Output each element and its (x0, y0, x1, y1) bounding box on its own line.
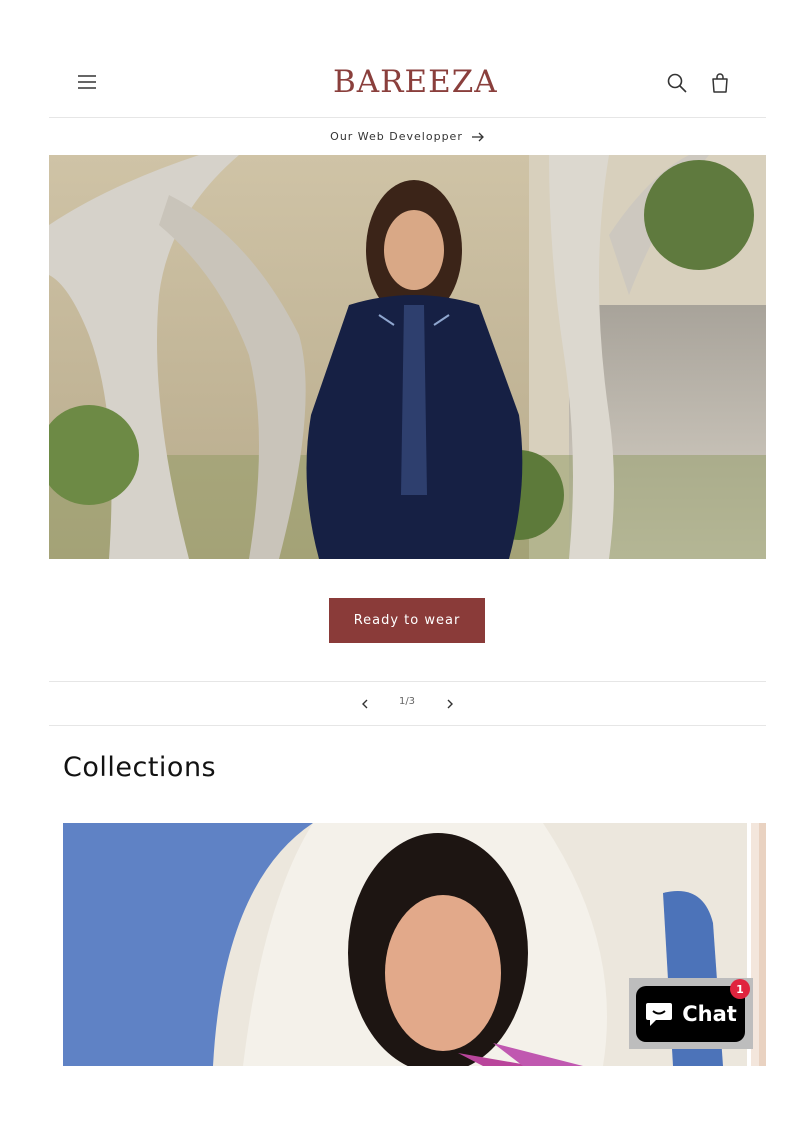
menu-icon (78, 75, 96, 89)
hero-slide-image (49, 155, 766, 559)
next-slide-button[interactable] (438, 694, 462, 714)
ready-to-wear-button[interactable]: Ready to wear (329, 598, 485, 643)
cart-button[interactable] (708, 71, 732, 95)
slide-counter: 1/3 (398, 696, 416, 707)
previous-slide-button[interactable] (353, 694, 377, 714)
announcement-text: Our Web Developper (330, 130, 463, 143)
chevron-right-icon (447, 699, 453, 709)
slideshow-controls: 1/3 (49, 681, 766, 726)
menu-button[interactable] (75, 70, 99, 94)
chat-bubble-icon (646, 1003, 673, 1026)
cart-icon (712, 73, 728, 93)
collection-card-next[interactable] (751, 823, 766, 1066)
arrow-right-icon (471, 132, 484, 141)
chat-button[interactable]: Chat (636, 986, 745, 1042)
search-button[interactable] (665, 71, 689, 95)
chevron-left-icon (362, 699, 368, 709)
search-icon (667, 73, 687, 93)
chat-notification-badge: 1 (730, 979, 750, 999)
collections-heading: Collections (63, 752, 217, 783)
site-logo[interactable]: BAREEZA (333, 62, 497, 102)
site-header: BAREEZA (49, 40, 766, 118)
chat-label: Chat (682, 1002, 737, 1026)
announcement-link[interactable]: Our Web Developper (49, 118, 766, 155)
